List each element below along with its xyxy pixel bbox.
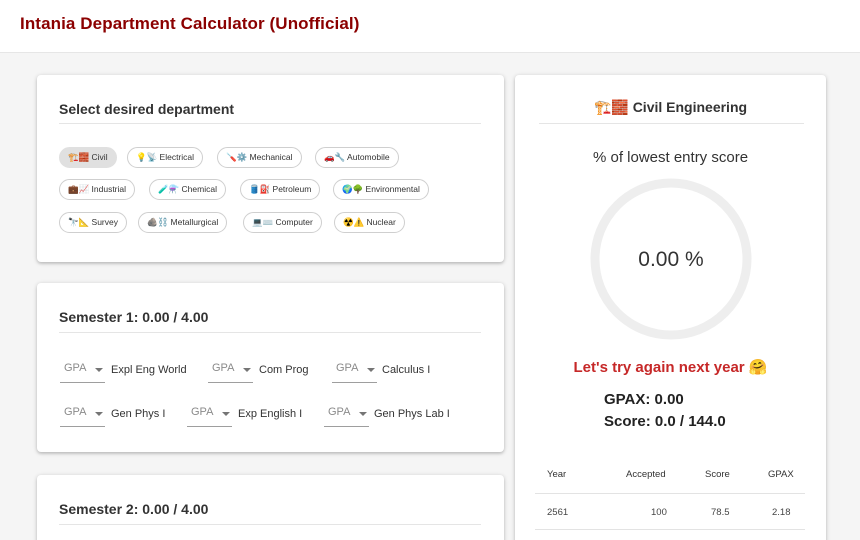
selected-department-title: 🏗️🧱 Civil Engineering <box>593 99 748 115</box>
gpa-select-com-prog[interactable]: GPA <box>208 359 253 383</box>
semester-1-divider <box>59 332 481 333</box>
chip-survey[interactable]: 🔭📐 Survey <box>59 212 127 233</box>
dropdown-arrow-icon <box>95 412 103 416</box>
dropdown-arrow-icon <box>243 368 251 372</box>
table-cell-score: 78.5 <box>711 507 730 518</box>
dropdown-arrow-icon <box>367 368 375 372</box>
table-cell-accepted: 100 <box>651 507 667 518</box>
result-panel-divider <box>539 123 804 124</box>
table-row-divider <box>535 529 805 530</box>
course-gen-phys-lab-i: Gen Phys Lab I <box>374 408 450 420</box>
app-title: Intania Department Calculator (Unofficia… <box>20 14 360 33</box>
dropdown-arrow-icon <box>95 368 103 372</box>
dropdown-arrow-icon <box>222 412 230 416</box>
percent-progress-ring: 0.00 % <box>590 178 752 340</box>
table-cell-gpax: 2.18 <box>772 507 791 518</box>
gpa-select-gen-phys-i[interactable]: GPA <box>60 403 105 427</box>
score-value: Score: 0.0 / 144.0 <box>604 413 726 430</box>
semester-2-title: Semester 2: 0.00 / 4.00 <box>59 501 209 517</box>
gpa-select-calculus-i[interactable]: GPA <box>332 359 377 383</box>
gpa-placeholder: GPA <box>191 406 214 418</box>
dropdown-arrow-icon <box>359 412 367 416</box>
chip-environmental[interactable]: 🌍🌳 Environmental <box>333 179 429 200</box>
semester-1-title: Semester 1: 0.00 / 4.00 <box>59 309 209 325</box>
gpax-value: GPAX: 0.00 <box>604 391 684 408</box>
table-header-score: Score <box>705 469 730 480</box>
gpa-select-gen-phys-lab-i[interactable]: GPA <box>324 403 369 427</box>
department-card-title: Select desired department <box>59 101 235 117</box>
gpa-placeholder: GPA <box>336 362 359 374</box>
percent-label: % of lowest entry score <box>592 149 749 166</box>
gpa-placeholder: GPA <box>328 406 351 418</box>
semester-1-card: Semester 1: 0.00 / 4.00 GPA Expl Eng Wor… <box>37 283 504 452</box>
result-panel: 🏗️🧱 Civil Engineering % of lowest entry … <box>515 75 826 540</box>
table-header-divider <box>535 493 805 494</box>
table-header-gpax: GPAX <box>768 469 794 480</box>
table-header-year: Year <box>547 469 567 480</box>
gpa-select-exp-english-i[interactable]: GPA <box>187 403 232 427</box>
course-exp-english-i: Exp English I <box>238 408 303 420</box>
chip-metallurgical[interactable]: 🪨⛓️ Metallurgical <box>138 212 228 233</box>
gpa-select-expl-eng-world[interactable]: GPA <box>60 359 105 383</box>
chip-mechanical[interactable]: 🪛⚙️ Mechanical <box>217 147 302 168</box>
course-gen-phys-i: Gen Phys I <box>111 408 166 420</box>
course-com-prog: Com Prog <box>259 364 309 376</box>
course-calculus-i: Calculus I <box>382 364 431 376</box>
chip-automobile[interactable]: 🚗🔧 Automobile <box>315 147 399 168</box>
chip-electrical[interactable]: 💡📡 Electrical <box>127 147 204 168</box>
gpa-placeholder: GPA <box>64 362 87 374</box>
department-card: Select desired department 🏗️🧱 Civil 💡📡 E… <box>37 75 504 262</box>
chip-industrial[interactable]: 💼📈 Industrial <box>59 179 136 200</box>
chip-computer[interactable]: 💻⌨️ Computer <box>243 212 322 233</box>
gpa-placeholder: GPA <box>212 362 235 374</box>
result-message: Let's try again next year 🤗 <box>573 359 768 376</box>
chip-nuclear[interactable]: ☢️⚠️ Nuclear <box>334 212 405 233</box>
chip-chemical[interactable]: 🧪⚗️ Chemical <box>149 179 226 200</box>
table-header-accepted: Accepted <box>626 469 666 480</box>
percent-value: 0.00 % <box>638 248 703 271</box>
top-app-bar: Intania Department Calculator (Unofficia… <box>0 0 860 53</box>
department-card-divider <box>59 123 481 124</box>
semester-2-card: Semester 2: 0.00 / 4.00 <box>37 475 504 540</box>
course-expl-eng-world: Expl Eng World <box>111 364 187 376</box>
table-cell-year: 2561 <box>547 507 569 518</box>
gpa-placeholder: GPA <box>64 406 87 418</box>
semester-2-divider <box>59 524 481 525</box>
chip-petroleum[interactable]: 🛢️⛽ Petroleum <box>240 179 321 200</box>
chip-civil[interactable]: 🏗️🧱 Civil <box>59 147 117 168</box>
